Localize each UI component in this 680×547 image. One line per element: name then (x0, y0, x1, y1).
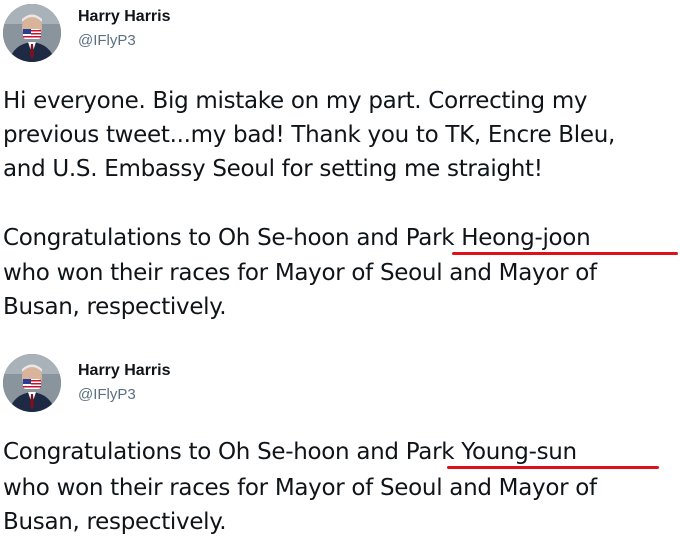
avatar-photo-icon (3, 4, 61, 62)
avatar[interactable] (3, 354, 61, 412)
avatar[interactable] (3, 4, 61, 62)
avatar-photo-icon (3, 354, 61, 412)
author-handle[interactable]: @IFlyP3 (78, 386, 136, 403)
red-underline (452, 252, 678, 255)
tweet-text-line: who won their races for Mayor of Seoul a… (3, 475, 597, 501)
tweet-1: Harry Harris @IFlyP3 Hi everyone. Big mi… (0, 0, 680, 330)
text-prefix: Congratulations to Oh Se-hoon and (3, 225, 406, 251)
author-name[interactable]: Harry Harris (78, 8, 171, 26)
tweet-2: Harry Harris @IFlyP3 Congratulations to … (0, 350, 680, 547)
tweet-text-line: and U.S. Embassy Seoul for setting me st… (3, 156, 543, 182)
tweet-text-line: previous tweet...my bad! Thank you to TK… (3, 122, 616, 148)
text-prefix: Congratulations to Oh Se-hoon and (3, 439, 406, 465)
highlighted-name: Park Young-sun (405, 439, 577, 465)
author-handle[interactable]: @IFlyP3 (78, 32, 136, 49)
tweet-text-line: Hi everyone. Big mistake on my part. Cor… (3, 88, 588, 114)
author-name[interactable]: Harry Harris (78, 362, 171, 380)
tweet-text-line: who won their races for Mayor of Seoul a… (3, 260, 597, 286)
tweet-text-line: Busan, respectively. (3, 509, 227, 535)
highlighted-name: Park Heong-joon (405, 225, 591, 251)
tweet-text-line: Busan, respectively. (3, 294, 227, 320)
tweet-text-line: Congratulations to Oh Se-hoon and Park H… (3, 223, 591, 253)
red-underline (447, 466, 659, 469)
tweet-text-line: Congratulations to Oh Se-hoon and Park Y… (3, 437, 577, 467)
